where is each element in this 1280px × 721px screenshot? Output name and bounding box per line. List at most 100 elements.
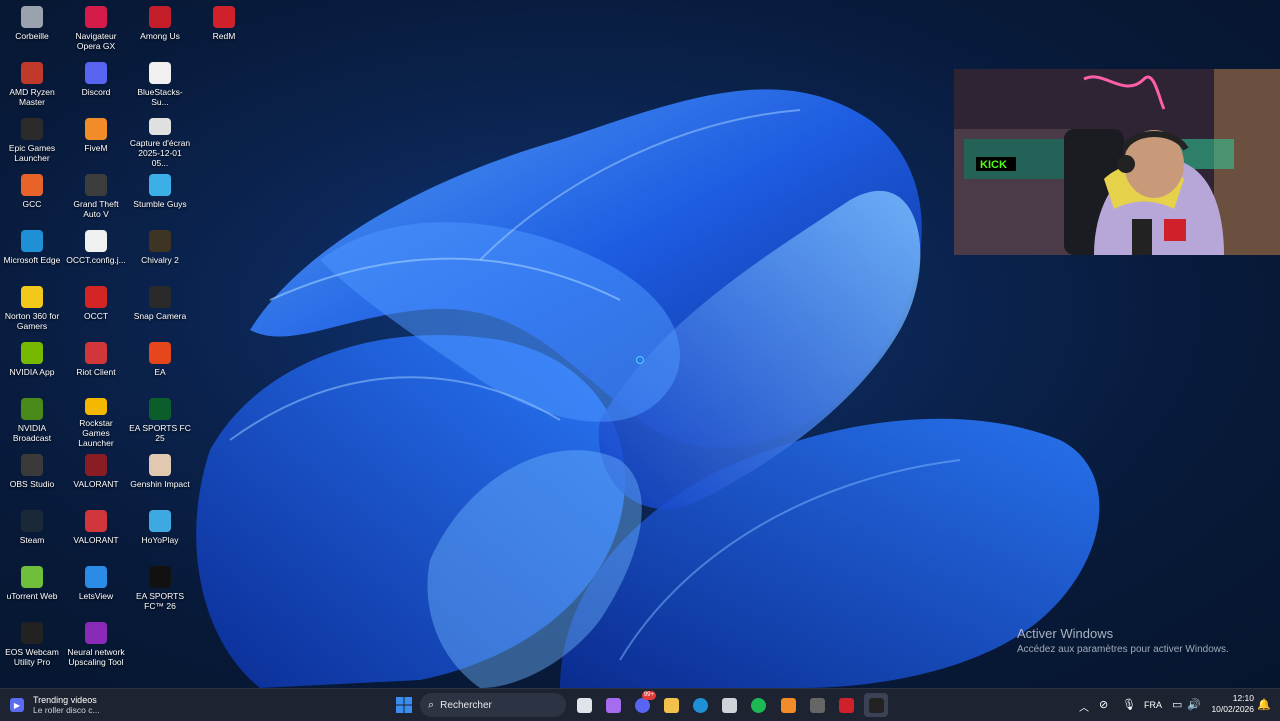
desktop-shortcut[interactable]: Neural network Upscaling Tool: [65, 618, 127, 672]
taskbar-fivem-button[interactable]: [776, 693, 800, 717]
copilot-icon: [605, 697, 621, 713]
desktop-shortcut[interactable]: HoYoPlay: [129, 506, 191, 560]
desktop-shortcut[interactable]: Microsoft Edge: [1, 226, 63, 280]
desktop-shortcut[interactable]: OBS Studio: [1, 450, 63, 504]
clock[interactable]: 12:10 10/02/2026: [1206, 693, 1254, 715]
webcam-scene: KICK: [954, 69, 1280, 255]
display-icon[interactable]: ▭: [1172, 698, 1182, 711]
taskbar-search[interactable]: ⌕ Rechercher: [420, 693, 566, 717]
desktop-shortcut[interactable]: OCCT: [65, 282, 127, 336]
taskbar-redm-button[interactable]: [834, 693, 858, 717]
desktop-shortcut[interactable]: EA SPORTS FC™ 26: [129, 562, 191, 616]
start-button[interactable]: [392, 693, 416, 717]
taskbar-store-button[interactable]: [717, 693, 741, 717]
taskbar-copilot-button[interactable]: [601, 693, 625, 717]
desktop-shortcut[interactable]: RedM: [193, 2, 255, 56]
chivalry-icon: [149, 230, 171, 252]
discord-icon: [85, 62, 107, 84]
desktop-shortcut[interactable]: BlueStacks-Su...: [129, 58, 191, 112]
microphone-icon[interactable]: 🎙: [1122, 698, 1136, 711]
desktop-shortcut[interactable]: Steam: [1, 506, 63, 560]
discord-notification-badge: 99+: [641, 691, 656, 700]
taskbar-spotify-button[interactable]: [746, 693, 770, 717]
desktop-shortcut[interactable]: Chivalry 2: [129, 226, 191, 280]
redm-icon: [213, 6, 235, 28]
video-widget-icon: ▶: [10, 698, 24, 712]
obs-icon: [809, 697, 825, 713]
shortcut-label: uTorrent Web: [6, 591, 58, 601]
desktop-shortcut[interactable]: Snap Camera: [129, 282, 191, 336]
tray-overflow-chevron-icon[interactable]: ︿: [1079, 699, 1089, 714]
desktop-shortcut[interactable]: Navigateur Opera GX: [65, 2, 127, 56]
taskbar-kick-app-button[interactable]: [864, 693, 888, 717]
activation-subtitle: Accédez aux paramètres pour activer Wind…: [1017, 644, 1229, 655]
riot-icon: [85, 510, 107, 532]
desktop-shortcut[interactable]: FiveM: [65, 114, 127, 168]
desktop-shortcut[interactable]: GCC: [1, 170, 63, 224]
shortcut-label: Navigateur Opera GX: [75, 31, 117, 51]
notification-bell-icon[interactable]: 🔔: [1257, 698, 1271, 711]
desktop-shortcut[interactable]: Grand Theft Auto V: [65, 170, 127, 224]
shortcut-label: FiveM: [84, 143, 108, 153]
desktop-shortcut[interactable]: EOS Webcam Utility Pro: [1, 618, 63, 672]
shortcut-label: OCCT.config.j...: [66, 255, 126, 265]
genshin-icon: [149, 454, 171, 476]
desktop-shortcut[interactable]: LetsView: [65, 562, 127, 616]
shortcut-label: Microsoft Edge: [3, 255, 61, 265]
taskbar-file-explorer-button[interactable]: [659, 693, 683, 717]
taskbar-discord-button[interactable]: 99+: [630, 691, 656, 717]
network-off-icon[interactable]: ⊘: [1099, 698, 1108, 711]
desktop-shortcut[interactable]: Stumble Guys: [129, 170, 191, 224]
shortcut-label: EOS Webcam Utility Pro: [5, 647, 59, 667]
desktop-shortcut[interactable]: Riot Client: [65, 338, 127, 392]
obs-icon: [21, 454, 43, 476]
task-view-icon: [576, 697, 592, 713]
volume-icon[interactable]: 🔊: [1187, 698, 1201, 711]
desktop-shortcut[interactable]: Discord: [65, 58, 127, 112]
shortcut-label: Norton 360 for Gamers: [4, 311, 60, 331]
clock-time: 12:10: [1232, 693, 1254, 703]
language-indicator[interactable]: FRA: [1144, 700, 1162, 710]
taskbar-task-view-button[interactable]: [572, 693, 596, 717]
taskbar-obs-button[interactable]: [805, 693, 829, 717]
news-widget[interactable]: ▶ Trending videos Le roller disco c...: [10, 693, 120, 717]
edge-icon: [692, 697, 708, 713]
shortcut-label: OCCT: [83, 311, 109, 321]
desktop-shortcut[interactable]: Epic Games Launcher: [1, 114, 63, 168]
shortcut-label: Grand Theft Auto V: [73, 199, 119, 219]
file-explorer-icon: [663, 697, 679, 713]
desktop-shortcut[interactable]: Corbeille: [1, 2, 63, 56]
desktop-shortcut[interactable]: Genshin Impact: [129, 450, 191, 504]
steam-icon: [21, 510, 43, 532]
shortcut-label: VALORANT: [73, 535, 119, 545]
desktop-shortcut[interactable]: VALORANT: [65, 506, 127, 560]
desktop-shortcut[interactable]: uTorrent Web: [1, 562, 63, 616]
recycle-bin-icon: [21, 6, 43, 28]
occt-icon: [85, 286, 107, 308]
shortcut-label: BlueStacks-Su...: [137, 87, 183, 107]
activation-title: Activer Windows: [1017, 626, 1114, 641]
kick-sign: KICK: [980, 159, 1007, 171]
shortcut-label: Among Us: [140, 31, 180, 41]
eos-webcam-icon: [21, 622, 43, 644]
desktop-shortcut[interactable]: VALORANT: [65, 450, 127, 504]
desktop-shortcut[interactable]: Capture d'écran 2025-12-01 05...: [129, 114, 191, 168]
desktop-shortcut[interactable]: OCCT.config.j...: [65, 226, 127, 280]
taskbar: ▶ Trending videos Le roller disco c... ⌕…: [0, 688, 1280, 721]
desktop-shortcut[interactable]: EA SPORTS FC 25: [129, 394, 191, 448]
shortcut-label: RedM: [212, 31, 236, 41]
spotify-icon: [750, 697, 766, 713]
desktop-shortcut[interactable]: Norton 360 for Gamers: [1, 282, 63, 336]
desktop-shortcut[interactable]: NVIDIA App: [1, 338, 63, 392]
stumble-guys-icon: [149, 174, 171, 196]
taskbar-edge-button[interactable]: [688, 693, 712, 717]
desktop-shortcut[interactable]: AMD Ryzen Master: [1, 58, 63, 112]
desktop-shortcut[interactable]: Rockstar Games Launcher: [65, 394, 127, 448]
desktop-shortcut[interactable]: Among Us: [129, 2, 191, 56]
widget-title: Trending videos: [33, 695, 97, 705]
desktop-shortcut[interactable]: NVIDIA Broadcast: [1, 394, 63, 448]
desktop-shortcut[interactable]: EA: [129, 338, 191, 392]
valorant-icon: [85, 454, 107, 476]
shortcut-label: EA SPORTS FC 25: [129, 423, 191, 443]
file-icon: [149, 62, 171, 84]
